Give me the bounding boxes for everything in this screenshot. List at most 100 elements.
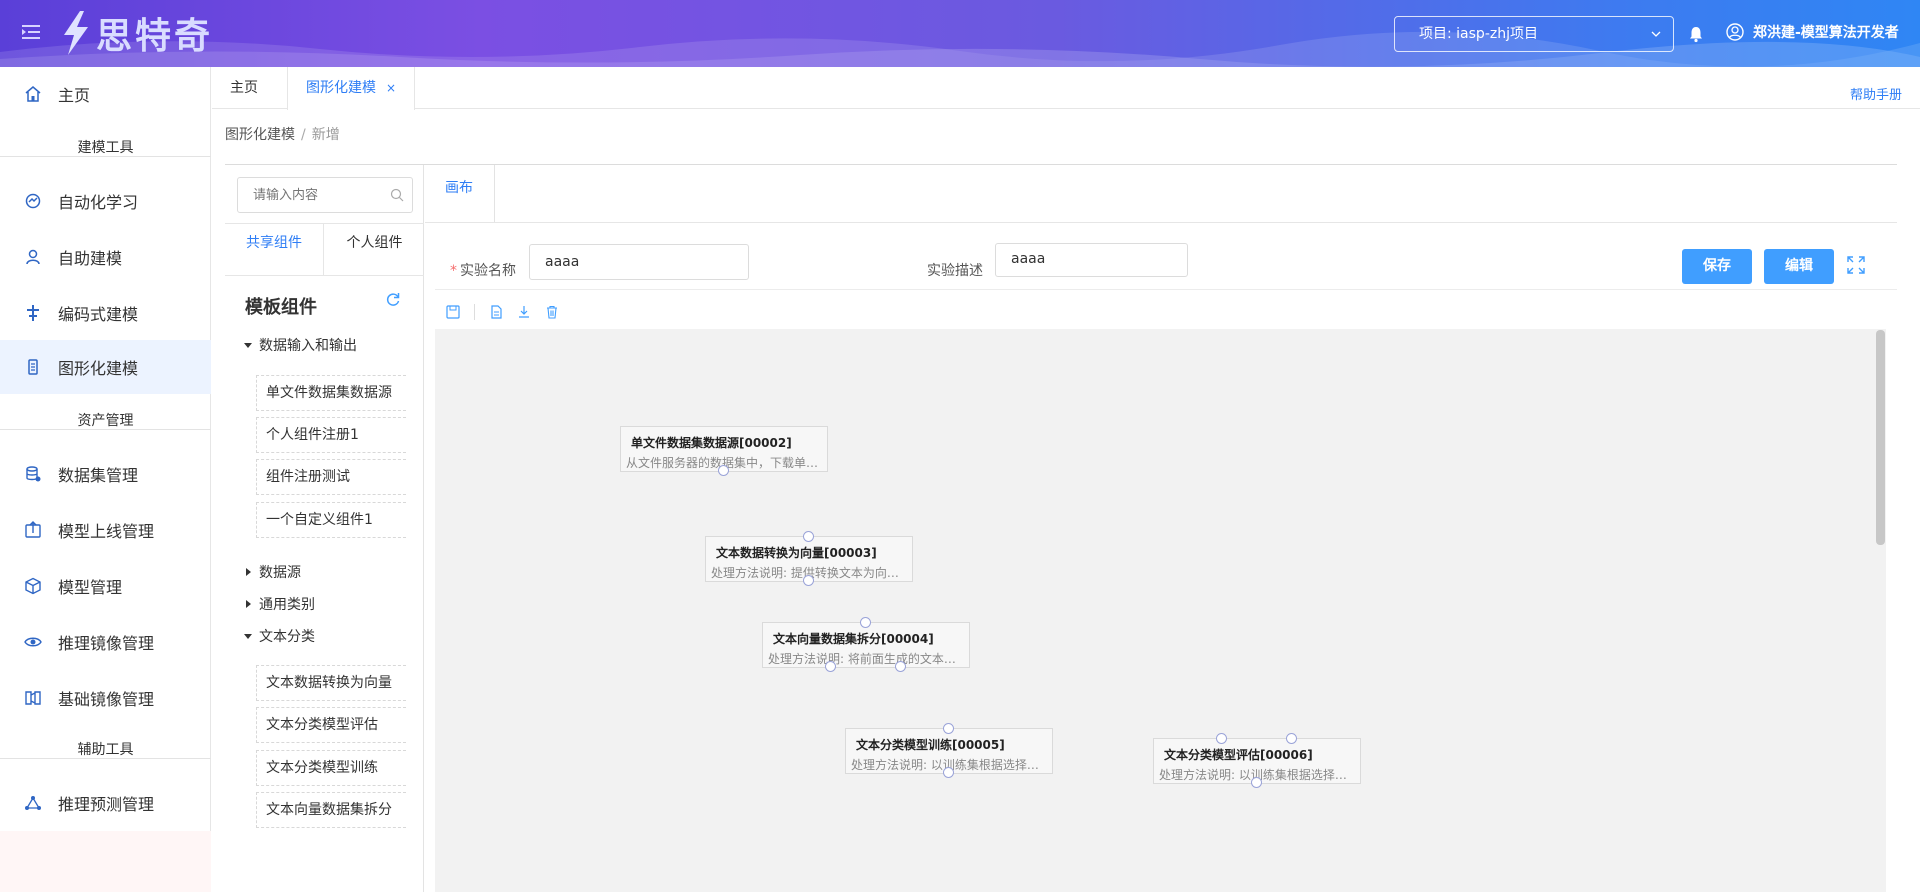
sidebar-item-auto-learning[interactable]: 自动化学习 <box>0 174 211 228</box>
code-model-icon <box>27 305 39 321</box>
menu-toggle-icon[interactable] <box>22 24 40 40</box>
component-item[interactable]: 文本分类模型评估 <box>256 707 406 743</box>
canvas-scrollbar[interactable] <box>1876 330 1885 545</box>
component-item[interactable]: 文本数据转换为向量 <box>256 665 406 701</box>
template-components-title: 模板组件 <box>245 297 317 318</box>
component-panel: 共享组件 个人组件 模板组件 数据输入和输出 单文件数据集数据源 个人组件注册1… <box>225 165 424 892</box>
caret-right-icon <box>246 600 251 608</box>
bell-icon[interactable] <box>1687 25 1705 43</box>
document-icon[interactable] <box>489 305 503 319</box>
output-port[interactable] <box>803 575 814 586</box>
canvas-toolbar <box>446 302 573 322</box>
tab-personal-components[interactable]: 个人组件 <box>325 224 424 276</box>
output-port[interactable] <box>895 661 906 672</box>
save-icon[interactable] <box>446 305 460 319</box>
save-button[interactable]: 保存 <box>1682 249 1752 284</box>
canvas-divider <box>425 222 1897 223</box>
input-port[interactable] <box>943 723 954 734</box>
user-avatar-icon <box>1726 23 1744 41</box>
tree-node-general[interactable]: 通用类别 <box>243 594 315 614</box>
component-item[interactable]: 文本分类模型训练 <box>256 750 406 786</box>
logo-mark-icon <box>64 11 88 55</box>
user-name: 郑洪建-模型算法开发者 <box>1753 25 1899 41</box>
fullscreen-icon[interactable] <box>1847 256 1865 274</box>
logo-text: 思特奇 <box>96 16 214 57</box>
home-icon <box>25 86 41 102</box>
graph-node[interactable]: 单文件数据集数据源[00002] 从文件服务器的数据集中，下载单… <box>620 426 828 476</box>
user-menu[interactable]: 郑洪建-模型算法开发者 <box>1726 22 1899 42</box>
search-input[interactable] <box>238 178 378 212</box>
page-tabs: 主页 图形化建模 × <box>212 67 1920 110</box>
tab-close-icon[interactable]: × <box>386 81 396 95</box>
input-port[interactable] <box>1216 733 1227 744</box>
sidebar-group-modeling-tools: 建模工具 <box>0 137 211 157</box>
experiment-name-input[interactable]: aaaa <box>529 244 749 280</box>
sidebar-item-graph-modeling[interactable]: 图形化建模 <box>0 340 211 394</box>
sidebar-group-asset-management: 资产管理 <box>0 410 211 430</box>
auto-learn-icon <box>25 193 41 209</box>
sidebar-item-self-modeling[interactable]: 自助建模 <box>0 230 211 284</box>
caret-down-icon <box>244 634 252 639</box>
graph-node[interactable]: 文本向量数据集拆分[00004] 处理方法说明: 将前面生成的文本… <box>762 617 970 672</box>
refresh-icon[interactable] <box>385 291 401 307</box>
tab-home[interactable]: 主页 <box>212 67 276 109</box>
tree-node-data-io[interactable]: 数据输入和输出 <box>243 335 357 355</box>
sidebar: 主页 建模工具 自动化学习 自助建模 编码式建模 图形化建模 资产管理 数据集管… <box>0 67 211 892</box>
caret-down-icon <box>244 343 252 348</box>
tree-node-data-source[interactable]: 数据源 <box>243 562 301 582</box>
graph-node[interactable]: 文本分类模型评估[00006] 处理方法说明: 以训练集根据选择… <box>1153 733 1361 788</box>
component-search <box>237 177 413 213</box>
help-manual-link[interactable]: 帮助手册 <box>1850 84 1902 103</box>
graph-node[interactable]: 文本数据转换为向量[00003] 处理方法说明: 提供转换文本为向… <box>705 531 913 586</box>
component-item[interactable]: 文本向量数据集拆分 <box>256 792 406 828</box>
predict-icon <box>25 796 41 810</box>
experiment-form: * 实验名称 aaaa 实验描述 aaaa 保存 编辑 <box>435 232 1897 290</box>
search-icon[interactable] <box>390 188 404 202</box>
sidebar-item-base-image-management[interactable]: 基础镜像管理 <box>0 671 211 725</box>
graph-canvas[interactable]: 单文件数据集数据源[00002] 从文件服务器的数据集中，下载单… 文本数据转换… <box>435 329 1886 892</box>
experiment-desc-textarea[interactable]: aaaa <box>995 243 1188 277</box>
toolbar-divider <box>474 304 475 320</box>
output-port[interactable] <box>825 661 836 672</box>
sidebar-item-home[interactable]: 主页 <box>0 67 211 121</box>
input-port[interactable] <box>860 617 871 628</box>
tab-canvas[interactable]: 画布 <box>425 165 495 222</box>
sidebar-item-dataset-management[interactable]: 数据集管理 <box>0 447 211 501</box>
sidebar-item-model-deploy-management[interactable]: 模型上线管理 <box>0 503 211 557</box>
sidebar-item-prediction-management[interactable]: 推理预测管理 <box>0 776 211 830</box>
database-icon <box>26 466 41 482</box>
sidebar-item-code-modeling[interactable]: 编码式建模 <box>0 286 211 340</box>
tab-shared-components[interactable]: 共享组件 <box>225 224 324 276</box>
breadcrumb-root[interactable]: 图形化建模 <box>225 127 295 143</box>
project-select[interactable]: 项目: iasp-zhj项目 <box>1394 16 1674 52</box>
chevron-down-icon <box>1651 31 1661 37</box>
input-port[interactable] <box>1286 733 1297 744</box>
component-tabs: 共享组件 个人组件 <box>225 223 424 276</box>
component-item[interactable]: 一个自定义组件1 <box>256 502 406 538</box>
app-logo[interactable]: 思特奇 <box>58 8 213 58</box>
output-port[interactable] <box>1251 777 1262 788</box>
sidebar-item-model-management[interactable]: 模型管理 <box>0 559 211 613</box>
component-item[interactable]: 组件注册测试 <box>256 459 406 495</box>
tab-graph-modeling[interactable]: 图形化建模 × <box>287 67 416 110</box>
edit-button[interactable]: 编辑 <box>1764 249 1834 284</box>
tree-node-text-classification[interactable]: 文本分类 <box>243 626 315 646</box>
graph-model-icon <box>28 359 38 375</box>
download-icon[interactable] <box>517 305 531 319</box>
component-item[interactable]: 个人组件注册1 <box>256 417 406 453</box>
graph-node[interactable]: 文本分类模型训练[00005] 处理方法说明: 以训练集根据选择… <box>845 723 1053 778</box>
output-port[interactable] <box>943 767 954 778</box>
delete-icon[interactable] <box>545 305 559 319</box>
base-image-icon <box>25 691 41 705</box>
experiment-desc-label: 实验描述 <box>927 263 983 279</box>
cube-icon <box>25 577 41 595</box>
component-item[interactable]: 单文件数据集数据源 <box>256 375 406 411</box>
breadcrumb-separator: / <box>301 127 306 143</box>
top-header: 思特奇 项目: iasp-zhj项目 郑洪建-模型算法开发者 <box>0 0 1920 67</box>
breadcrumb: 图形化建模 / 新增 <box>225 124 340 144</box>
output-port[interactable] <box>718 465 729 476</box>
upload-icon <box>25 521 41 538</box>
sidebar-item-inference-image-management[interactable]: 推理镜像管理 <box>0 615 211 669</box>
input-port[interactable] <box>803 531 814 542</box>
sidebar-group-auxiliary-tools: 辅助工具 <box>0 739 211 759</box>
